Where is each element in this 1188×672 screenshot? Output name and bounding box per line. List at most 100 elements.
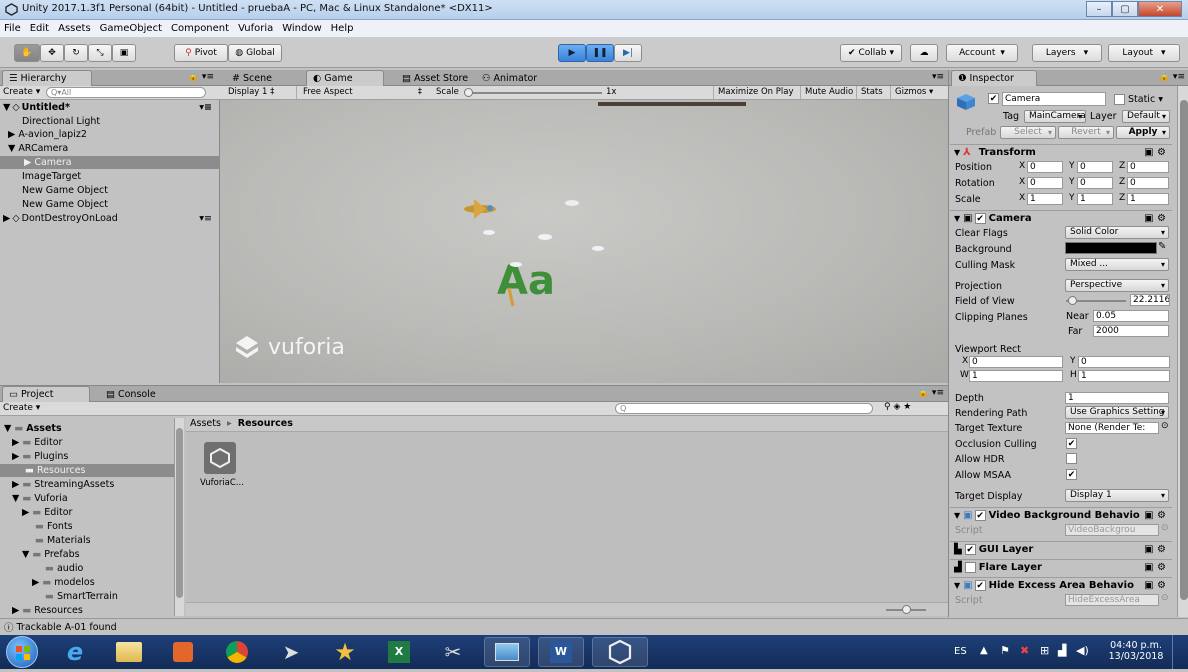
scene-menu-icon[interactable]: ▾≡ bbox=[199, 102, 212, 113]
menu-gameobject[interactable]: GameObject bbox=[100, 23, 162, 34]
active-checkbox[interactable]: ✔ bbox=[988, 93, 999, 104]
flag-icon[interactable]: ⚑ bbox=[1000, 644, 1010, 657]
layers-dropdown[interactable]: Layers ▾ bbox=[1032, 44, 1102, 62]
taskbar-explorer[interactable] bbox=[106, 637, 152, 667]
taskbar-word[interactable]: W bbox=[538, 637, 584, 667]
folder-item[interactable]: ▬ Materials bbox=[32, 534, 91, 547]
project-search-input[interactable]: Q bbox=[615, 403, 873, 414]
far-field[interactable]: 2000 bbox=[1093, 325, 1169, 337]
menu-vuforia[interactable]: Vuforia bbox=[238, 23, 273, 34]
scene-menu-icon[interactable]: ▾≡ bbox=[199, 213, 212, 224]
panel-menu-icon[interactable]: 🔒 ▾≡ bbox=[188, 72, 214, 82]
show-desktop-button[interactable] bbox=[1172, 635, 1188, 669]
object-picker-icon[interactable]: ⊙ bbox=[1161, 421, 1169, 431]
hierarchy-item[interactable]: ▶ A-avion_lapiz2 bbox=[8, 128, 87, 141]
stats-toggle[interactable]: Stats bbox=[856, 86, 887, 99]
menu-help[interactable]: Help bbox=[331, 23, 354, 34]
component-settings-icon[interactable]: ▣ ⚙ bbox=[1144, 510, 1166, 521]
prefab-select-button[interactable]: Select bbox=[1000, 126, 1056, 139]
cloud-button[interactable]: ☁ bbox=[910, 44, 938, 62]
gui-layer-header[interactable]: ▙ ✔ GUI Layer ▣ ⚙ bbox=[950, 541, 1172, 557]
rotation-z-field[interactable]: 0 bbox=[1127, 177, 1169, 189]
mute-audio-toggle[interactable]: Mute Audio bbox=[800, 86, 857, 99]
tab-animator[interactable]: ⚇ Animator bbox=[476, 70, 543, 86]
scale-x-field[interactable]: 1 bbox=[1027, 193, 1063, 205]
hierarchy-item[interactable]: ▼ ARCamera bbox=[8, 142, 68, 155]
tag-dropdown[interactable]: MainCamera bbox=[1024, 110, 1086, 123]
target-display-dropdown[interactable]: Display 1 bbox=[1065, 489, 1169, 502]
scale-slider-thumb[interactable] bbox=[464, 88, 473, 97]
camera-enabled-checkbox[interactable]: ✔ bbox=[974, 213, 986, 224]
hide-excess-checkbox[interactable]: ✔ bbox=[974, 580, 986, 591]
clear-flags-dropdown[interactable]: Solid Color bbox=[1065, 226, 1169, 239]
component-settings-icon[interactable]: ▣ ⚙ bbox=[1144, 213, 1166, 224]
menu-edit[interactable]: Edit bbox=[30, 23, 49, 34]
folder-item[interactable]: ▶ ▬ Plugins bbox=[12, 450, 68, 463]
layout-dropdown[interactable]: Layout ▾ bbox=[1108, 44, 1180, 62]
transform-header[interactable]: ▼ ⅄ Transform ▣ ⚙ bbox=[950, 144, 1172, 160]
start-button[interactable] bbox=[6, 636, 38, 668]
language-indicator[interactable]: ES bbox=[954, 646, 967, 657]
viewport-y-field[interactable]: 0 bbox=[1078, 356, 1170, 368]
breadcrumb-current[interactable]: Resources bbox=[238, 418, 293, 429]
asset-thumbnail[interactable] bbox=[204, 442, 236, 474]
rotate-tool-button[interactable]: ↻ bbox=[64, 44, 88, 62]
hierarchy-search-input[interactable]: Q▾All bbox=[46, 87, 206, 98]
dontdestroy-root[interactable]: ▶ ◇ DontDestroyOnLoad ▾≡ bbox=[0, 212, 220, 225]
object-name-field[interactable]: Camera bbox=[1002, 92, 1106, 106]
icon-size-slider-thumb[interactable] bbox=[902, 605, 911, 614]
network-icon[interactable]: ▟ bbox=[1058, 644, 1066, 657]
folder-item[interactable]: ▼ ▬ Assets bbox=[4, 422, 62, 435]
folder-item-selected[interactable]: ▬ Resources bbox=[0, 464, 176, 477]
taskbar-chrome[interactable] bbox=[214, 637, 260, 667]
flare-layer-checkbox[interactable] bbox=[964, 562, 976, 573]
rendering-path-dropdown[interactable]: Use Graphics Setting bbox=[1065, 406, 1169, 419]
folder-item[interactable]: ▶ ▬ modelos bbox=[32, 576, 95, 589]
position-z-field[interactable]: 0 bbox=[1127, 161, 1169, 173]
global-toggle[interactable]: ◍ Global bbox=[228, 44, 282, 62]
static-checkbox[interactable] bbox=[1114, 94, 1125, 105]
taskbar-snipping[interactable]: ✂ bbox=[430, 637, 476, 667]
component-settings-icon[interactable]: ▣ ⚙ bbox=[1144, 562, 1166, 573]
pivot-toggle[interactable]: ⚲ Pivot bbox=[174, 44, 228, 62]
allow-hdr-checkbox[interactable] bbox=[1066, 453, 1077, 464]
near-field[interactable]: 0.05 bbox=[1093, 310, 1169, 322]
hand-tool-button[interactable]: ✋ bbox=[14, 44, 40, 62]
fov-slider-thumb[interactable] bbox=[1068, 296, 1077, 305]
video-background-checkbox[interactable]: ✔ bbox=[974, 510, 986, 521]
inspector-scrollbar[interactable] bbox=[1177, 86, 1188, 617]
panel-menu-icon[interactable]: ▾≡ bbox=[932, 72, 944, 82]
status-bar[interactable]: ⓘ Trackable A-01 found bbox=[0, 618, 1188, 635]
tab-hierarchy[interactable]: ☰ Hierarchy bbox=[2, 70, 92, 86]
menu-assets[interactable]: Assets bbox=[58, 23, 91, 34]
taskbar-unity[interactable] bbox=[592, 637, 648, 667]
rect-tool-button[interactable]: ▣ bbox=[112, 44, 136, 62]
tab-inspector[interactable]: ❶ Inspector bbox=[951, 70, 1037, 86]
folder-item[interactable]: ▬ Fonts bbox=[32, 520, 73, 533]
folder-item[interactable]: ▶ ▬ StreamingAssets bbox=[12, 478, 114, 491]
folder-item[interactable]: ▬ audio bbox=[42, 562, 83, 575]
hide-excess-header[interactable]: ▼ ▣ ✔ Hide Excess Area Behavio ▣ ⚙ bbox=[950, 577, 1172, 593]
menu-file[interactable]: File bbox=[4, 23, 21, 34]
panel-menu-icon[interactable]: 🔒 ▾≡ bbox=[918, 388, 944, 398]
layer-dropdown[interactable]: Default bbox=[1122, 110, 1170, 123]
move-tool-button[interactable]: ✥ bbox=[40, 44, 64, 62]
volume-icon[interactable]: ◀) bbox=[1076, 644, 1089, 657]
maximize-button[interactable]: ▢ bbox=[1112, 1, 1138, 17]
filter-icons[interactable]: ⚲ ◈ ★ bbox=[884, 402, 911, 412]
hierarchy-item[interactable]: New Game Object bbox=[22, 184, 108, 197]
folder-item[interactable]: ▶ ▬ Editor bbox=[22, 506, 72, 519]
scale-slider[interactable] bbox=[466, 92, 602, 94]
object-picker-icon[interactable]: ⊙ bbox=[1161, 593, 1169, 603]
eyedropper-icon[interactable]: ✎ bbox=[1158, 241, 1166, 252]
maximize-on-play-toggle[interactable]: Maximize On Play bbox=[713, 86, 797, 99]
camera-component-header[interactable]: ▼ ▣ ✔ Camera ▣ ⚙ bbox=[950, 210, 1172, 226]
taskbar-excel[interactable]: X bbox=[376, 637, 422, 667]
menu-window[interactable]: Window bbox=[282, 23, 321, 34]
breadcrumb-root[interactable]: Assets bbox=[190, 418, 221, 429]
tab-asset-store[interactable]: ▤ Asset Store bbox=[396, 70, 474, 86]
scale-z-field[interactable]: 1 bbox=[1127, 193, 1169, 205]
folder-item[interactable]: ▼ ▬ Vuforia bbox=[12, 492, 68, 505]
project-create-button[interactable]: Create ▾ bbox=[3, 403, 40, 413]
scale-y-field[interactable]: 1 bbox=[1077, 193, 1113, 205]
